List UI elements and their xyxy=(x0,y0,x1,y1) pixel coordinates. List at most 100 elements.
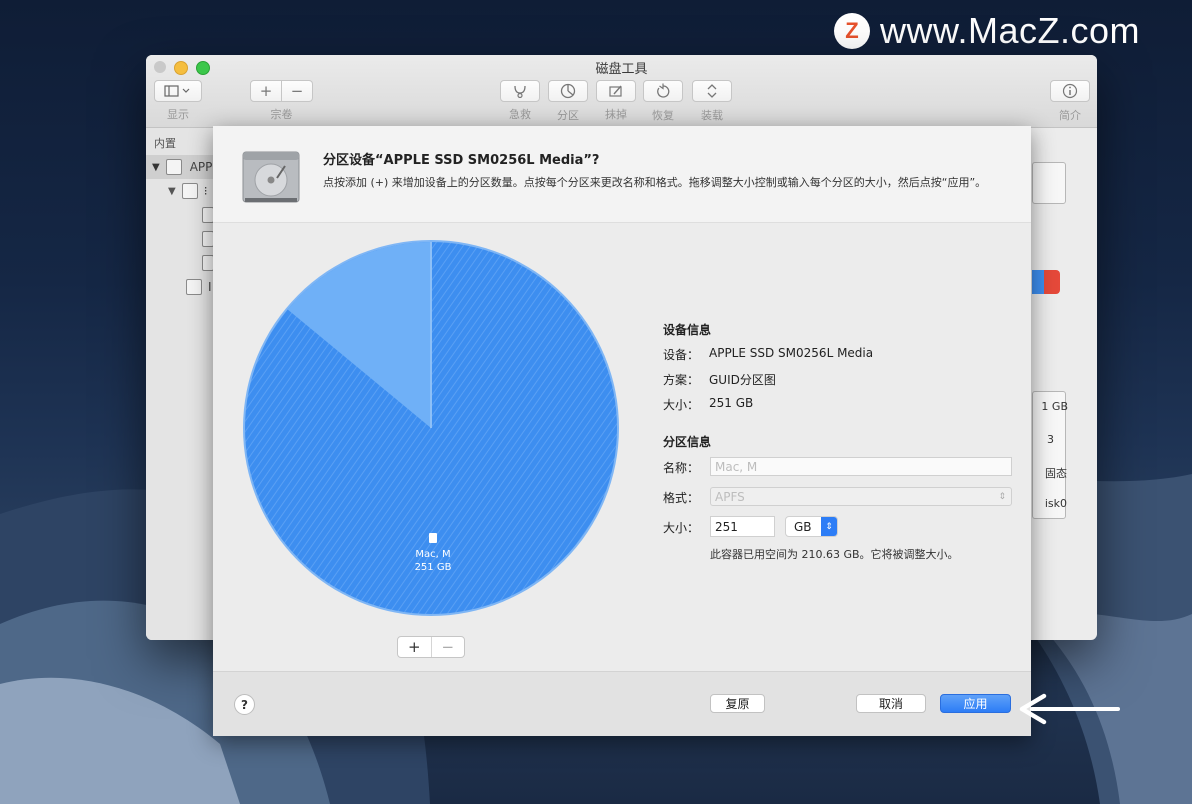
partition-format-select[interactable]: APFS ⇕ xyxy=(710,487,1012,506)
sidebar: 内置 ▼ APP ▼ ⁝ I xyxy=(146,128,215,640)
sidebar-icon xyxy=(164,85,190,97)
resize-note: 此容器已用空间为 210.63 GB。它将被调整大小。 xyxy=(710,548,959,561)
mount-button[interactable] xyxy=(692,80,732,102)
device-info-heading: 设备信息 xyxy=(663,323,712,337)
window-title: 磁盘工具 xyxy=(595,62,648,77)
toolbar-volume: + − 宗卷 xyxy=(250,80,313,122)
restore-icon xyxy=(657,83,670,98)
erase-icon xyxy=(609,85,622,97)
window-titlebar: 磁盘工具 显示 + − 宗卷 急救 分区 抹掉 恢复 装载 简介 xyxy=(146,55,1097,128)
sidebar-item-volume[interactable] xyxy=(146,251,214,275)
watermark-text: www.MacZ.com xyxy=(880,10,1141,51)
view-label: 显示 xyxy=(167,108,189,121)
detail-value: 1 GB xyxy=(1041,400,1068,413)
erase-button[interactable] xyxy=(596,80,636,102)
disclosure-triangle-icon: ▼ xyxy=(152,161,160,173)
toolbar-view: 显示 xyxy=(154,80,202,122)
scheme-key: 方案： xyxy=(663,373,700,387)
restore-button[interactable] xyxy=(643,80,683,102)
sidebar-item-container[interactable]: ▼ ⁝ xyxy=(146,179,214,203)
sidebar-item-apple-ssd[interactable]: ▼ APP xyxy=(146,155,214,179)
pie-slice-size: 251 GB xyxy=(414,562,452,573)
detail-value: 固态 xyxy=(1045,467,1067,480)
up-down-chevron-icon: ⇕ xyxy=(821,517,837,536)
size-unit-select[interactable]: GB ⇕ xyxy=(785,516,838,537)
watermark-logo: Z xyxy=(834,13,870,49)
erase-label: 抹掉 xyxy=(605,108,627,121)
up-down-chevron-icon: ⇕ xyxy=(998,491,1006,502)
partition-label: 分区 xyxy=(557,109,579,122)
sidebar-header: 内置 xyxy=(154,137,176,150)
sheet-description: 点按添加 (+) 来增加设备上的分区数量。点按每个分区来更改名称和格式。拖移调整… xyxy=(323,176,987,189)
toolbar-restore: 恢复 xyxy=(643,80,683,123)
mount-icon xyxy=(707,84,717,98)
volume-label: 宗卷 xyxy=(270,108,293,121)
disk-icon xyxy=(165,159,182,175)
sheet-footer: ? 复原 取消 应用 xyxy=(213,671,1031,736)
device-size-value: 251 GB xyxy=(709,396,754,410)
toolbar-rescue: 急救 xyxy=(500,80,540,122)
device-size-key: 大小： xyxy=(663,398,700,412)
format-row: 格式： xyxy=(663,489,709,506)
detail-value: isk0 xyxy=(1044,497,1067,510)
revert-button[interactable]: 复原 xyxy=(710,694,765,713)
sidebar-item-label: I xyxy=(208,280,212,294)
partition-sheet: 分区设备“APPLE SSD SM0256L Media”? 点按添加 (+) … xyxy=(213,126,1031,736)
detail-value: 3 xyxy=(1047,433,1054,446)
sidebar-item-volume[interactable] xyxy=(146,203,214,227)
format-value: APFS xyxy=(715,489,745,504)
remove-volume-button[interactable]: − xyxy=(282,80,313,102)
cancel-button[interactable]: 取消 xyxy=(856,694,926,713)
name-row: 名称： xyxy=(663,459,709,476)
size-unit-value: GB xyxy=(794,519,812,534)
stethoscope-icon xyxy=(514,85,526,98)
add-partition-button[interactable]: + xyxy=(398,637,431,657)
usage-bar xyxy=(1032,270,1060,294)
scheme-row: 方案： GUID分区图 xyxy=(663,371,776,388)
sidebar-item-label: APP xyxy=(189,160,213,174)
pie-slice-label: Mac, M 251 GB xyxy=(383,533,483,574)
info-button[interactable] xyxy=(1050,80,1090,102)
mount-label: 装载 xyxy=(701,109,723,122)
pie-slice-name: Mac, M xyxy=(415,549,451,560)
apply-button[interactable]: 应用 xyxy=(940,694,1011,713)
name-key: 名称： xyxy=(663,461,700,475)
device-row: 设备： APPLE SSD SM0256L Media xyxy=(663,346,873,363)
partition-size-row: 大小： xyxy=(663,519,709,536)
toolbar-partition: 分区 xyxy=(548,80,588,123)
disk-icon xyxy=(186,279,202,295)
scheme-value: GUID分区图 xyxy=(709,373,776,387)
partition-name-field[interactable]: Mac, M xyxy=(710,457,1012,476)
toolbar-mount: 装载 xyxy=(692,80,732,123)
partition-size-key: 大小： xyxy=(663,521,700,535)
partition-add-remove: + − xyxy=(397,636,465,658)
container-icon xyxy=(181,183,198,199)
toolbar-erase: 抹掉 xyxy=(596,80,636,122)
add-volume-button[interactable]: + xyxy=(250,80,282,102)
partition-button[interactable] xyxy=(548,80,588,102)
right-pane: 1 GB 3 固态 isk0 xyxy=(1032,128,1097,640)
sheet-title: 分区设备“APPLE SSD SM0256L Media”? xyxy=(323,153,600,168)
summary-box xyxy=(1032,162,1066,204)
pointer-arrow-icon xyxy=(1019,693,1120,725)
remove-partition-button[interactable]: − xyxy=(430,637,465,657)
device-value: APPLE SSD SM0256L Media xyxy=(709,346,874,360)
hard-drive-icon xyxy=(242,151,300,203)
first-aid-button[interactable] xyxy=(500,80,540,102)
format-key: 格式： xyxy=(663,491,700,505)
partition-size-input[interactable]: 251 xyxy=(710,516,775,537)
device-key: 设备： xyxy=(663,348,700,362)
first-aid-label: 急救 xyxy=(509,108,531,121)
help-button[interactable]: ? xyxy=(234,694,255,715)
sidebar-item-external[interactable]: I xyxy=(146,275,214,299)
disclosure-triangle-icon: ▼ xyxy=(168,185,176,197)
watermark: Z www.MacZ.com xyxy=(834,10,1140,52)
restore-label: 恢复 xyxy=(652,109,674,122)
partition-info-heading: 分区信息 xyxy=(663,435,712,449)
sidebar-item-label: ⁝ xyxy=(203,184,208,198)
view-button[interactable] xyxy=(154,80,202,102)
toolbar-info: 简介 xyxy=(1050,80,1090,123)
device-size-row: 大小： 251 GB xyxy=(663,396,753,413)
sidebar-item-volume[interactable] xyxy=(146,227,214,251)
sheet-header: 分区设备“APPLE SSD SM0256L Media”? 点按添加 (+) … xyxy=(213,126,1031,223)
